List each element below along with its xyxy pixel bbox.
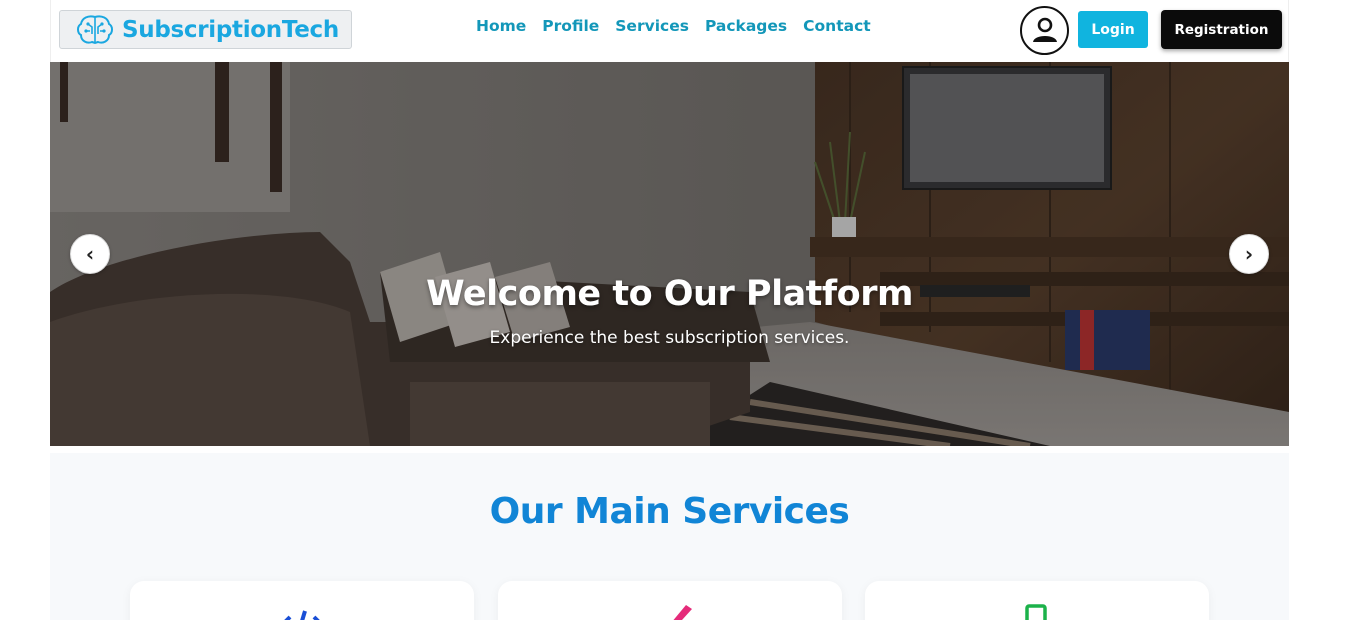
- brain-circuit-icon: [77, 14, 113, 44]
- carousel-next-button[interactable]: ›: [1229, 234, 1269, 274]
- services-section: Our Main Services: [50, 453, 1289, 620]
- brush-icon: [673, 605, 692, 620]
- carousel-prev-button[interactable]: ‹: [70, 234, 110, 274]
- nav-link-profile[interactable]: Profile: [542, 17, 599, 35]
- chevron-left-icon: ‹: [85, 242, 95, 266]
- chevron-right-icon: ›: [1244, 242, 1254, 266]
- hero-title: Welcome to Our Platform: [426, 274, 913, 314]
- nav-link-contact[interactable]: Contact: [803, 17, 871, 35]
- nav-link-services[interactable]: Services: [615, 17, 689, 35]
- hero-carousel: Welcome to Our Platform Experience the b…: [50, 62, 1289, 446]
- user-circle-icon: [1032, 17, 1057, 42]
- nav-link-packages[interactable]: Packages: [705, 17, 787, 35]
- nav-link-home[interactable]: Home: [476, 17, 526, 35]
- code-icon: [284, 610, 320, 620]
- top-navbar: SubscriptionTech Home Profile Services P…: [50, 0, 1289, 62]
- service-card[interactable]: [865, 581, 1209, 620]
- login-button[interactable]: Login: [1078, 11, 1148, 48]
- service-card[interactable]: [130, 581, 474, 620]
- service-card[interactable]: [498, 581, 842, 620]
- registration-button[interactable]: Registration: [1161, 10, 1282, 49]
- hero-subtitle: Experience the best subscription service…: [489, 328, 850, 348]
- brand-logo-link[interactable]: SubscriptionTech: [59, 10, 352, 49]
- hero-background-image: [50, 62, 1289, 446]
- mobile-icon: [1025, 604, 1047, 620]
- brand-name: SubscriptionTech: [122, 16, 339, 43]
- main-nav: Home Profile Services Packages Contact: [476, 17, 871, 35]
- user-avatar-button[interactable]: [1020, 6, 1069, 55]
- services-title: Our Main Services: [489, 491, 850, 532]
